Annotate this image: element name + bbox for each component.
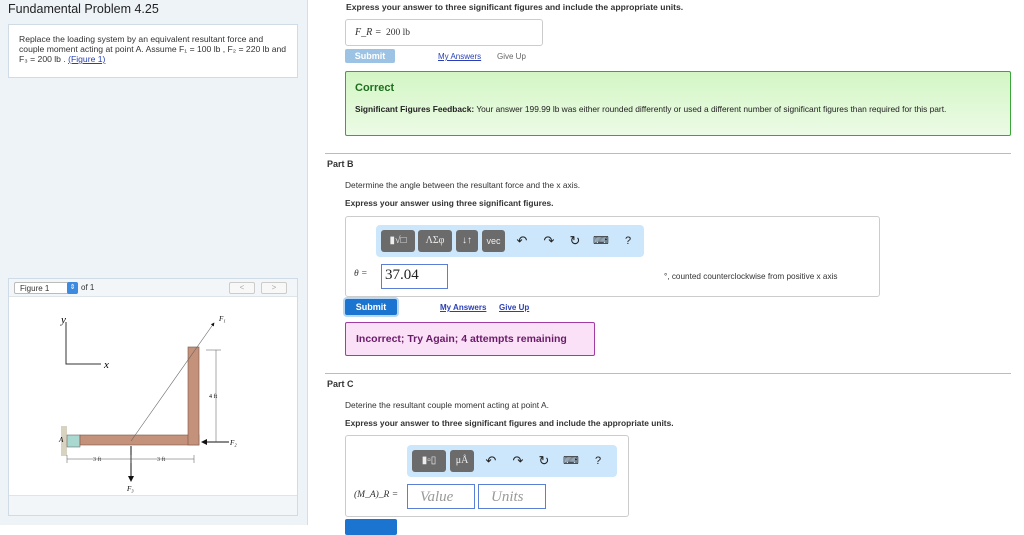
x-axis-label: x <box>103 359 109 371</box>
keyboard-icon[interactable]: ⌨ <box>592 230 610 252</box>
help-button[interactable]: ? <box>589 450 607 472</box>
problem-panel: Fundamental Problem 4.25 Replace the loa… <box>0 0 308 525</box>
arrows-button[interactable]: ↓↑ <box>456 230 478 252</box>
part-c-submit-button[interactable] <box>345 519 397 535</box>
part-b-title: Part B <box>327 159 354 169</box>
figure-diagram: y x F₁ F₂ F₃ A 4 ft 3 ft 3 ft <box>58 314 237 493</box>
incorrect-feedback: Incorrect; Try Again; 4 attempts remaini… <box>345 322 595 356</box>
theta-input[interactable]: 37.04 <box>381 264 448 289</box>
part-b-my-answers-link[interactable]: My Answers <box>440 303 486 312</box>
part-c-title: Part C <box>327 379 354 389</box>
units-input[interactable]: Units <box>478 484 546 509</box>
part-a-submit-button[interactable]: Submit <box>345 49 395 63</box>
greek-button[interactable]: ΛΣφ <box>418 230 452 252</box>
problem-statement: Replace the loading system by an equival… <box>8 24 298 78</box>
figure-select[interactable]: Figure 1 ⇕ <box>14 282 78 294</box>
undo-icon[interactable]: ↶ <box>513 230 531 252</box>
svg-text:4 ft: 4 ft <box>209 393 217 400</box>
redo-icon[interactable]: ↷ <box>509 450 527 472</box>
math-toolbar: ▮√□ ΛΣφ ↓↑ vec ↶ ↷ ↻ ⌨ ? <box>376 225 644 257</box>
f2-label: F₂ <box>229 439 237 447</box>
chevron-updown-icon: ⇕ <box>67 282 78 294</box>
reset-icon[interactable]: ↻ <box>535 450 553 472</box>
part-b-question: Determine the angle between the resultan… <box>345 180 581 190</box>
templates-button[interactable]: ▮▫▯ <box>412 450 446 472</box>
part-a-give-up: Give Up <box>497 52 526 61</box>
reset-icon[interactable]: ↻ <box>566 230 584 252</box>
prev-figure-button[interactable]: < <box>229 282 255 294</box>
units-button[interactable]: μÅ <box>450 450 474 472</box>
part-a-answer: 200 lb <box>386 28 411 38</box>
part-b-give-up-link[interactable]: Give Up <box>499 303 529 312</box>
help-button[interactable]: ? <box>619 230 637 252</box>
templates-button[interactable]: ▮√□ <box>381 230 415 252</box>
svg-text:3 ft: 3 ft <box>93 456 101 463</box>
figure-panel: Figure 1 ⇕ of 1 < > y x F₁ F₂ F₃ A 4 ft 3… <box>8 278 298 516</box>
svg-text:3 ft: 3 ft <box>157 456 165 463</box>
undo-icon[interactable]: ↶ <box>482 450 500 472</box>
part-a-my-answers-link[interactable]: My Answers <box>438 52 481 61</box>
y-axis-label: y <box>60 314 66 326</box>
unit-text: °, counted counterclockwise from positiv… <box>664 272 838 281</box>
figure-count: of 1 <box>81 283 95 292</box>
point-a-label: A <box>58 436 64 444</box>
value-input[interactable]: Value <box>407 484 475 509</box>
f3-label: F₃ <box>126 485 134 493</box>
vec-button[interactable]: vec <box>482 230 505 252</box>
keyboard-icon[interactable]: ⌨ <box>562 450 580 472</box>
part-a-answer-box: F_R = 200 lb <box>345 19 543 46</box>
part-b-submit-button[interactable]: Submit <box>345 299 397 315</box>
part-b-instruction: Express your answer using three signific… <box>345 198 554 208</box>
correct-feedback: Correct Significant Figures Feedback: Yo… <box>345 71 1011 136</box>
problem-title: Fundamental Problem 4.25 <box>8 2 159 16</box>
part-a-instruction: Express your answer to three significant… <box>346 2 684 12</box>
math-toolbar: ▮▫▯ μÅ ↶ ↷ ↻ ⌨ ? <box>407 445 617 477</box>
figure-link[interactable]: (Figure 1) <box>68 54 105 64</box>
redo-icon[interactable]: ↷ <box>540 230 558 252</box>
part-c-question: Deterine the resultant couple moment act… <box>345 400 549 410</box>
part-b-answer-box: ▮√□ ΛΣφ ↓↑ vec ↶ ↷ ↻ ⌨ ? θ = 37.04 °, co… <box>345 216 880 297</box>
part-c-answer-box: ▮▫▯ μÅ ↶ ↷ ↻ ⌨ ? (M_A)_R = Value Units <box>345 435 629 517</box>
f1-label: F₁ <box>218 315 226 323</box>
next-figure-button[interactable]: > <box>261 282 287 294</box>
part-c-instruction: Express your answer to three significant… <box>345 418 674 428</box>
